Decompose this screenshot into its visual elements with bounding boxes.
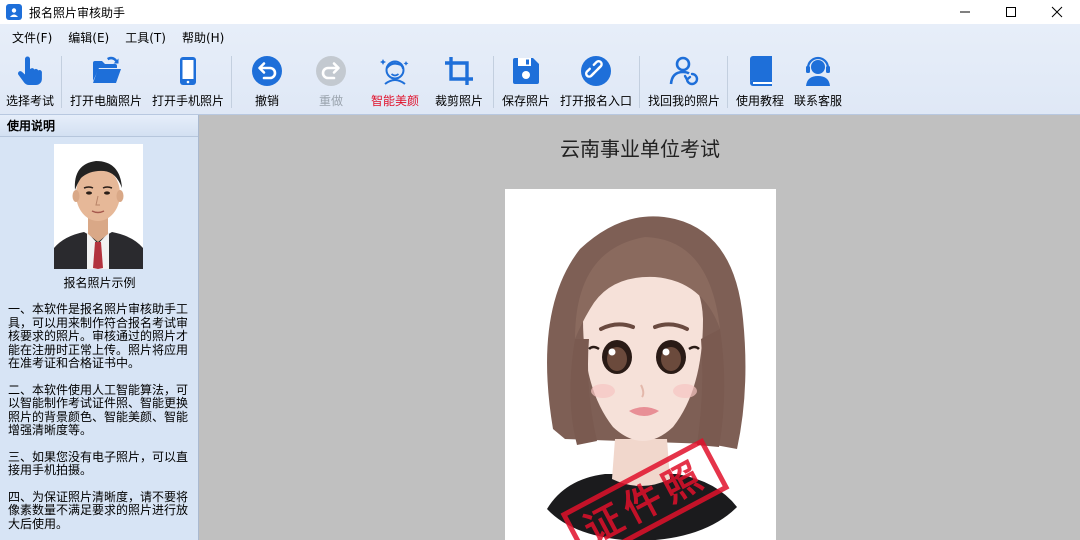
- toolbar-separator: [231, 56, 232, 108]
- select-exam-button[interactable]: 选择考试: [4, 54, 56, 110]
- select-exam-label: 选择考试: [5, 94, 54, 108]
- menu-bar: 文件(F) 编辑(E) 工具(T) 帮助(H): [0, 24, 232, 52]
- crop-icon: [445, 57, 473, 85]
- toolbar-separator: [727, 56, 728, 108]
- user-retrieve-icon: [669, 56, 699, 86]
- exam-title: 云南事业单位考试: [560, 137, 720, 161]
- crop-photo-label: 裁剪照片: [434, 94, 483, 108]
- retrieve-photo-label: 找回我的照片: [647, 94, 720, 108]
- folder-open-icon: [93, 56, 121, 83]
- undo-label: 撤销: [254, 94, 279, 108]
- close-icon: [1051, 6, 1063, 18]
- edited-photo[interactable]: 证件照: [505, 189, 776, 540]
- instructions-text: 一、本软件是报名照片审核助手工具，可以用来制作符合报名考试审核要求的照片。审核通…: [8, 302, 192, 540]
- save-photo-label: 保存照片: [501, 94, 550, 108]
- photo-workspace: 云南事业单位考试 证件照: [200, 115, 1080, 540]
- crop-photo-button[interactable]: 裁剪照片: [432, 54, 486, 110]
- maximize-icon: [1006, 7, 1016, 17]
- open-phone-photo-button[interactable]: 打开手机照片: [150, 54, 226, 110]
- sample-photo: [54, 144, 143, 269]
- smart-beauty-button[interactable]: 智能美颜: [366, 54, 424, 110]
- redo-button[interactable]: 重做: [306, 54, 356, 110]
- book-icon: [750, 56, 772, 86]
- tutorial-button[interactable]: 使用教程: [734, 54, 786, 110]
- instruction-paragraph: 三、如果您没有电子照片，可以直接用手机拍摄。: [8, 449, 189, 477]
- sample-photo-caption: 报名照片示例: [63, 276, 136, 290]
- window-controls: [942, 0, 1080, 24]
- title-bar: 报名照片审核助手: [0, 0, 1080, 24]
- redo-label: 重做: [318, 94, 343, 108]
- minimize-icon: [960, 11, 970, 13]
- link-icon: [581, 56, 611, 86]
- phone-icon: [180, 57, 196, 85]
- toolbar-separator: [493, 56, 494, 108]
- toolbar: 选择考试 打开电脑照片 打开手机照片 撤销 重做 智能美颜 裁剪照片 保存照片 …: [0, 52, 1080, 114]
- undo-button[interactable]: 撤销: [242, 54, 292, 110]
- app-icon: [6, 4, 22, 20]
- window-title: 报名照片审核助手: [29, 5, 126, 20]
- instructions-sidebar: 使用说明 报名照片示例 一、本软件是报名照片审核助手工具，可以用来制作符合报名考…: [0, 115, 199, 540]
- redo-icon: [316, 56, 346, 86]
- minimize-button[interactable]: [942, 0, 988, 24]
- close-button[interactable]: [1034, 0, 1080, 24]
- instruction-paragraph: 一、本软件是报名照片审核助手工具，可以用来制作符合报名考试审核要求的照片。审核通…: [8, 302, 189, 370]
- retrieve-photo-button[interactable]: 找回我的照片: [646, 54, 722, 110]
- open-registration-label: 打开报名入口: [559, 94, 632, 108]
- maximize-button[interactable]: [988, 0, 1034, 24]
- toolbar-separator: [639, 56, 640, 108]
- sidebar-header: 使用说明: [0, 115, 198, 137]
- menu-tools[interactable]: 工具(T): [117, 24, 174, 52]
- open-phone-photo-label: 打开手机照片: [151, 94, 224, 108]
- open-registration-button[interactable]: 打开报名入口: [558, 54, 634, 110]
- toolbar-separator: [61, 56, 62, 108]
- save-photo-button[interactable]: 保存照片: [499, 54, 553, 110]
- contact-support-label: 联系客服: [793, 94, 842, 108]
- headset-icon: [806, 56, 830, 86]
- menu-file[interactable]: 文件(F): [4, 24, 60, 52]
- instruction-paragraph: 二、本软件使用人工智能算法，可以智能制作考试证件照、智能更换照片的背景颜色、智能…: [8, 382, 189, 437]
- hand-pointer-icon: [17, 56, 42, 85]
- undo-icon: [252, 56, 282, 86]
- save-icon: [513, 58, 539, 84]
- beauty-face-icon: [380, 59, 409, 85]
- smart-beauty-label: 智能美颜: [370, 94, 419, 108]
- instruction-paragraph: 四、为保证照片清晰度，请不要将像素数量不满足要求的照片进行放大后使用。: [8, 489, 189, 531]
- tutorial-label: 使用教程: [735, 94, 784, 108]
- menu-help[interactable]: 帮助(H): [174, 24, 232, 52]
- open-computer-photo-label: 打开电脑照片: [69, 94, 142, 108]
- contact-support-button[interactable]: 联系客服: [792, 54, 844, 110]
- open-computer-photo-button[interactable]: 打开电脑照片: [68, 54, 144, 110]
- menu-edit[interactable]: 编辑(E): [60, 24, 117, 52]
